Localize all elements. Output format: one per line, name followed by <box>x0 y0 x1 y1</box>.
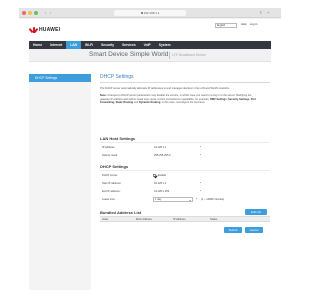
menu-voip[interactable]: VoIP <box>140 41 155 49</box>
dhcp-settings-title: DHCP Settings <box>100 164 129 169</box>
login-link[interactable]: Log in <box>250 23 257 26</box>
cancel-button[interactable]: Cancel <box>245 227 263 233</box>
minimize-window-icon[interactable] <box>28 11 32 15</box>
dhcp-enable-label: Enable <box>158 174 167 177</box>
section-divider <box>100 170 270 171</box>
start-ip-label: Start IP address: <box>102 182 122 185</box>
huawei-logo-mark <box>28 26 39 34</box>
required-marker: * <box>200 153 202 157</box>
menu-security[interactable]: Security <box>97 41 118 49</box>
end-ip-field[interactable]: 44.128.1.254 <box>153 189 198 194</box>
banner-slogan: Smart Device Simple World <box>89 51 169 58</box>
edit-list-button[interactable]: Edit List <box>245 209 267 215</box>
column-status: Status <box>210 218 218 221</box>
column-index: Index <box>102 218 109 221</box>
subnet-mask-row: Subnet mask: 255.255.255.0 * <box>100 153 270 159</box>
dhcp-server-label: DHCP server: <box>102 174 118 177</box>
menu-system[interactable]: System <box>155 41 175 49</box>
required-marker: * <box>196 197 198 201</box>
start-ip-row: Start IP address: 44.128.1.2 * <box>100 181 270 187</box>
main-menu: Home Internet LAN Wi-Fi Security Service… <box>29 41 271 49</box>
browser-titlebar: ‹ › 192.168.1.1 ⇪ + <box>19 8 281 18</box>
close-window-icon[interactable] <box>22 11 26 15</box>
column-ip-address: IP Address <box>173 218 186 221</box>
brand-name: HUAWEI <box>39 26 61 33</box>
subnet-mask-field[interactable]: 255.255.255.0 <box>153 153 198 158</box>
submit-button[interactable]: Submit <box>224 227 242 233</box>
title-divider <box>100 82 270 83</box>
huawei-logo: HUAWEI <box>28 26 61 34</box>
menu-home[interactable]: Home <box>29 41 46 49</box>
note-text: Note: Changes to DHCP server parameters … <box>100 94 256 104</box>
lock-icon <box>140 12 143 15</box>
back-icon[interactable]: ‹ <box>45 10 46 15</box>
address-bar-url: 192.168.1.1 <box>143 11 160 15</box>
router-web-page: HUAWEI English Help Log in Home Internet… <box>19 19 281 290</box>
intro-text: The DHCP server automatically allocates … <box>100 87 230 90</box>
ip-address-row: IP address: 44.128.1.1 * <box>100 145 270 151</box>
menu-services[interactable]: Services <box>118 41 140 49</box>
dhcp-enable-checkbox[interactable] <box>153 174 156 177</box>
banner-device-type: LTE Broadband Device <box>172 53 206 57</box>
note-features-2: Dynamic Routing <box>138 100 161 104</box>
lease-time-label: Lease time: <box>102 198 116 201</box>
slogan-banner: Smart Device Simple World LTE Broadband … <box>29 49 271 62</box>
language-select[interactable]: English <box>215 23 237 28</box>
section-divider <box>100 142 270 143</box>
menu-lan[interactable]: LAN <box>66 41 82 49</box>
side-navigation: DHCP Settings <box>29 74 91 290</box>
forward-icon[interactable]: › <box>50 10 51 15</box>
menu-wifi[interactable]: Wi-Fi <box>81 41 97 49</box>
lan-host-title: LAN Host Settings <box>100 136 136 141</box>
ip-address-label: IP address: <box>102 146 116 149</box>
maximize-window-icon[interactable] <box>34 11 38 15</box>
bundled-table-header: Index MAC Address IP Address Status <box>100 216 270 222</box>
share-icon[interactable]: ⇪ <box>259 10 262 15</box>
lease-time-select[interactable]: 1 day <box>153 197 193 202</box>
end-ip-row: End IP address: 44.128.1.254 * <box>100 189 270 195</box>
page-title: DHCP Settings <box>100 74 134 80</box>
address-bar[interactable]: 192.168.1.1 <box>114 10 186 16</box>
bundled-list-title: Bundled Address List <box>100 210 142 215</box>
banner-divider <box>169 52 170 59</box>
new-tab-icon[interactable]: + <box>267 10 269 15</box>
end-ip-label: End IP address: <box>102 190 121 193</box>
menu-internet[interactable]: Internet <box>46 41 66 49</box>
lease-time-row: Lease time: 1 day * (1 ~ 10080 minutes) <box>100 197 270 203</box>
ip-address-field[interactable]: 44.128.1.1 <box>153 145 198 150</box>
column-mac-address: MAC Address <box>136 218 152 221</box>
lease-time-range: (1 ~ 10080 minutes) <box>201 198 225 201</box>
sidebar-item-dhcp-settings[interactable]: DHCP Settings <box>29 74 91 82</box>
dhcp-server-row: DHCP server: Enable <box>100 173 270 179</box>
subnet-mask-label: Subnet mask: <box>102 154 118 157</box>
required-marker: * <box>200 145 202 149</box>
start-ip-field[interactable]: 44.128.1.2 <box>153 181 198 186</box>
required-marker: * <box>200 181 202 185</box>
help-link[interactable]: Help <box>241 23 247 26</box>
note-and: and <box>133 100 139 104</box>
required-marker: * <box>200 189 202 193</box>
note-tail: in this case, reconfigure the functions. <box>161 100 206 104</box>
browser-window: ‹ › 192.168.1.1 ⇪ + HUAWEI English Help … <box>19 8 281 290</box>
dhcp-settings-panel: DHCP Settings The DHCP server automatica… <box>100 74 270 290</box>
